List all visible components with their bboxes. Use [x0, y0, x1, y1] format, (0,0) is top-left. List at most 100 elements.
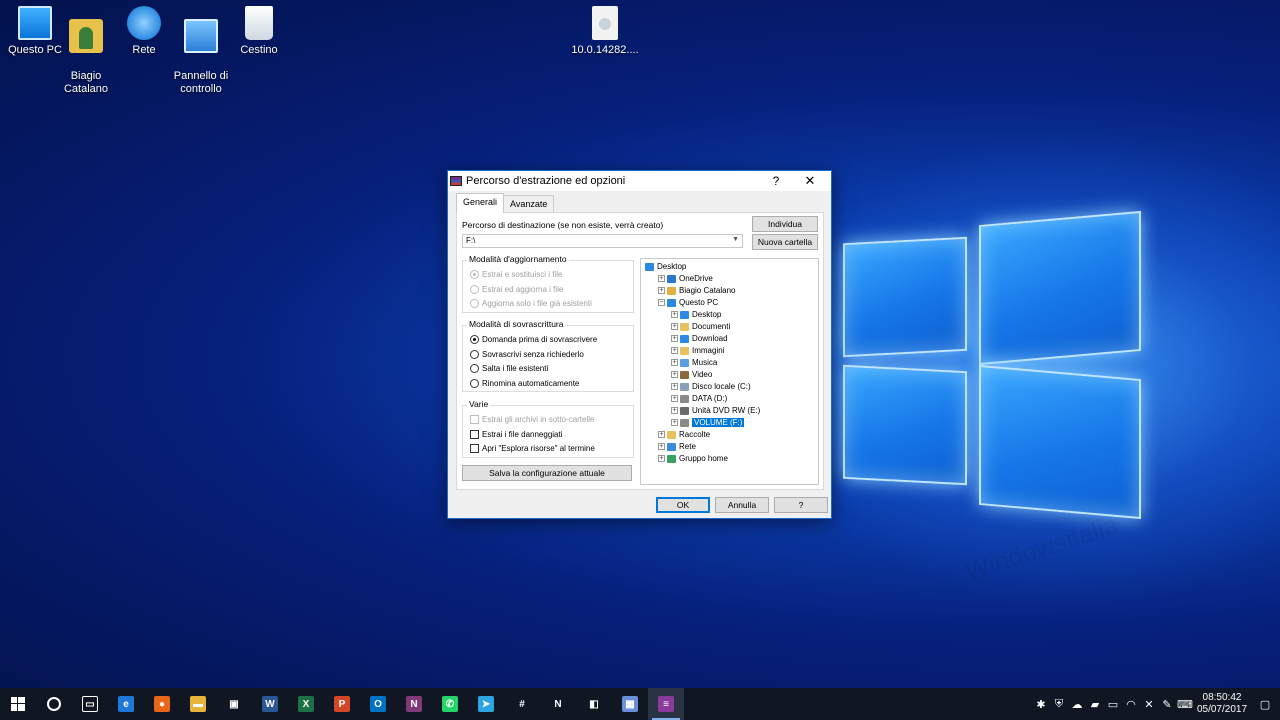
tree-node[interactable]: + Video — [671, 369, 712, 380]
taskbar-app[interactable]: # — [504, 688, 540, 720]
folder-icon — [667, 454, 676, 463]
tree-node[interactable]: Desktop — [645, 261, 686, 272]
wifi-icon[interactable]: ◠ — [1122, 688, 1140, 720]
taskbar-app[interactable]: X — [288, 688, 324, 720]
tree-node-label: Immagini — [692, 346, 725, 355]
tree-node[interactable]: + Biagio Catalano — [658, 285, 735, 296]
help-button[interactable]: ? — [761, 171, 791, 191]
expand-icon[interactable]: + — [671, 395, 678, 402]
new-folder-button[interactable]: Nuova cartella — [752, 234, 818, 250]
settings-gear-icon[interactable]: ✱ — [1032, 688, 1050, 720]
volume-muted-icon[interactable]: ✕ — [1140, 688, 1158, 720]
overwrite-option-ask[interactable]: Domanda prima di sovrascrivere — [470, 335, 597, 344]
destination-path-combo[interactable]: F:\ ▼ — [462, 234, 743, 248]
taskbar-app[interactable]: N — [396, 688, 432, 720]
tree-node[interactable]: + Documenti — [671, 321, 730, 332]
cancel-button[interactable]: Annulla — [715, 497, 769, 513]
notifications-icon[interactable]: ▢ — [1250, 688, 1280, 720]
clock[interactable]: 08:50:42 05/07/2017 — [1194, 692, 1250, 716]
tree-node[interactable]: + Rete — [658, 441, 696, 452]
taskbar-app[interactable]: e — [108, 688, 144, 720]
tree-node[interactable]: + Download — [671, 333, 728, 344]
misc-option-damaged[interactable]: Estrai i file danneggiati — [470, 430, 563, 439]
expand-icon[interactable]: + — [671, 335, 678, 342]
taskbar-app[interactable]: ◧ — [576, 688, 612, 720]
browse-button[interactable]: Individua — [752, 216, 818, 232]
collapse-icon[interactable]: − — [658, 299, 665, 306]
taskbar-app[interactable]: ▬ — [180, 688, 216, 720]
misc-option-open-explorer[interactable]: Apri "Esplora risorse" al termine — [470, 444, 595, 453]
expand-icon[interactable]: + — [671, 359, 678, 366]
tree-node[interactable]: + Gruppo home — [658, 453, 728, 464]
taskbar-app[interactable]: ● — [144, 688, 180, 720]
expand-icon[interactable]: + — [671, 371, 678, 378]
start-button[interactable] — [0, 688, 36, 720]
keyboard-icon[interactable]: ⌨ — [1176, 688, 1194, 720]
expand-icon[interactable]: + — [671, 311, 678, 318]
checkbox-icon — [470, 430, 479, 439]
tree-node[interactable]: + DATA (D:) — [671, 393, 727, 404]
tree-node[interactable]: + Musica — [671, 357, 717, 368]
tree-node[interactable]: + Raccolte — [658, 429, 710, 440]
tree-node[interactable]: + Desktop — [671, 309, 721, 320]
misc-option-subfolders[interactable]: Estrai gli archivi in sotto-cartelle — [470, 415, 594, 424]
expand-icon[interactable]: + — [671, 347, 678, 354]
taskbar-app[interactable]: O — [360, 688, 396, 720]
chat-icon[interactable]: ▰ — [1086, 688, 1104, 720]
taskbar-app[interactable]: ▣ — [216, 688, 252, 720]
expand-icon[interactable]: + — [658, 443, 665, 450]
dialog-help-button[interactable]: ? — [774, 497, 828, 513]
chevron-down-icon[interactable]: ▼ — [732, 236, 739, 243]
security-shield-icon[interactable]: ⛨ — [1050, 688, 1068, 720]
tree-node[interactable]: − Questo PC — [658, 297, 718, 308]
checkbox-icon — [470, 444, 479, 453]
taskbar-app[interactable]: P — [324, 688, 360, 720]
taskbar-app[interactable]: ▦ — [612, 688, 648, 720]
expand-icon[interactable]: + — [671, 419, 678, 426]
desktop-icon-cestino[interactable]: Cestino — [224, 2, 294, 57]
tree-node[interactable]: + Disco locale (C:) — [671, 381, 751, 392]
update-mode-title: Modalità d'aggiornamento — [467, 254, 569, 264]
taskbar-app[interactable]: ≡ — [648, 688, 684, 720]
expand-icon[interactable]: + — [658, 455, 665, 462]
taskbar-app[interactable]: W — [252, 688, 288, 720]
expand-icon[interactable]: + — [658, 287, 665, 294]
tree-node-label: Download — [692, 334, 728, 343]
tab-generali[interactable]: Generali — [456, 193, 505, 213]
tree-node[interactable]: + OneDrive — [658, 273, 713, 284]
desktop-icon-iso-file[interactable]: 10.0.14282.... — [570, 2, 640, 57]
battery-icon[interactable]: ▭ — [1104, 688, 1122, 720]
computer-icon — [18, 6, 52, 40]
taskbar-app[interactable]: N — [540, 688, 576, 720]
taskbar-app[interactable]: ✆ — [432, 688, 468, 720]
tree-node[interactable]: + VOLUME (F:) — [671, 417, 745, 428]
tree-node[interactable]: + Immagini — [671, 345, 724, 356]
save-config-button[interactable]: Salva la configurazione attuale — [462, 465, 632, 481]
option-label: Estrai e sostituisci i file — [482, 270, 563, 279]
expand-icon[interactable]: + — [658, 431, 665, 438]
expand-icon[interactable]: + — [671, 323, 678, 330]
expand-icon[interactable]: + — [671, 383, 678, 390]
overwrite-option-overwrite[interactable]: Sovrascrivi senza richiederlo — [470, 350, 584, 359]
overwrite-option-skip[interactable]: Salta i file esistenti — [470, 364, 548, 373]
overwrite-option-rename[interactable]: Rinomina automaticamente — [470, 379, 579, 388]
pen-icon[interactable]: ✎ — [1158, 688, 1176, 720]
update-option-existing-only[interactable]: Aggiorna solo i file già esistenti — [470, 299, 592, 308]
close-button[interactable]: ✕ — [795, 171, 825, 191]
taskbar-app[interactable]: ➤ — [468, 688, 504, 720]
ok-button[interactable]: OK — [656, 497, 710, 513]
network-monitor-icon: ▦ — [622, 696, 638, 712]
windows-logo-pane — [979, 210, 1141, 366]
folder-tree[interactable]: Desktop + OneDrive + Biagio Catalano − Questo … — [640, 258, 819, 485]
option-label: Estrai ed aggiorna i file — [482, 285, 564, 294]
expand-icon[interactable]: + — [671, 407, 678, 414]
cortana-button[interactable] — [36, 688, 72, 720]
taskbar-app[interactable]: ▭ — [72, 688, 108, 720]
onedrive-icon[interactable]: ☁ — [1068, 688, 1086, 720]
tree-node[interactable]: + Unità DVD RW (E:) — [671, 405, 760, 416]
update-option-update[interactable]: Estrai ed aggiorna i file — [470, 285, 563, 294]
tab-avanzate[interactable]: Avanzate — [503, 195, 555, 213]
title-bar[interactable]: Percorso d'estrazione ed opzioni ? ✕ — [448, 171, 831, 191]
expand-icon[interactable]: + — [658, 275, 665, 282]
update-option-replace[interactable]: Estrai e sostituisci i file — [470, 270, 562, 279]
